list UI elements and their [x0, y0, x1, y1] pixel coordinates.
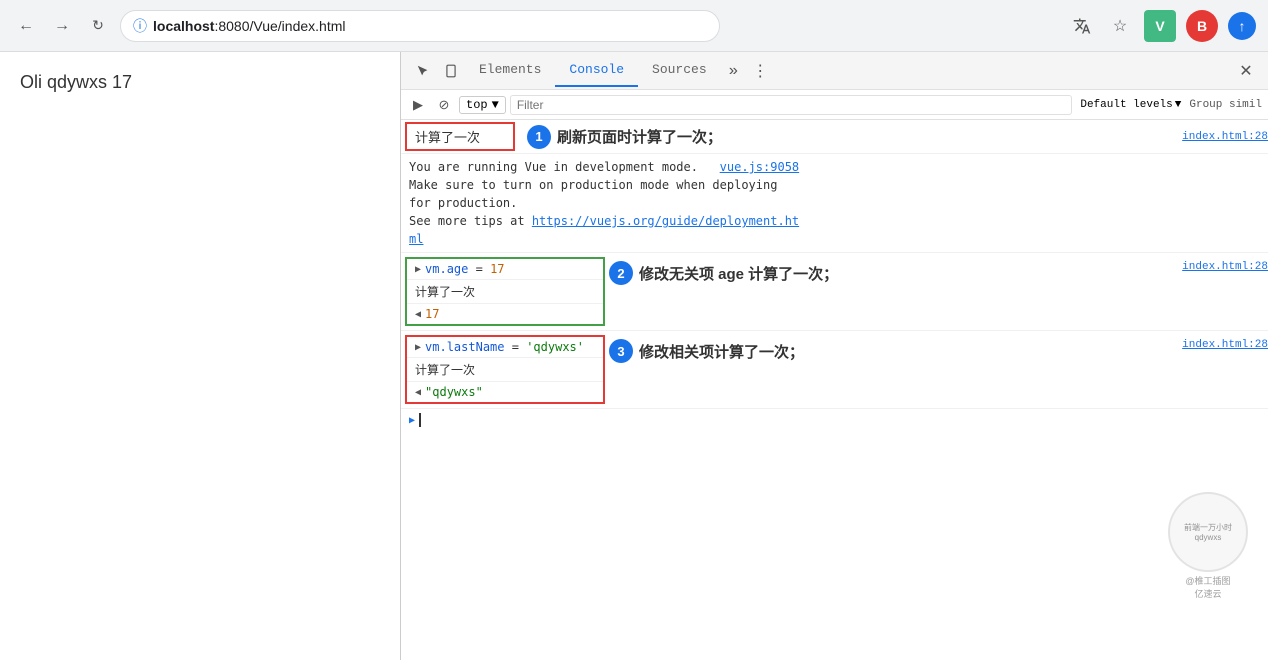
vuejs-deployment-link[interactable]: https://vuejs.org/guide/deployment.ht	[532, 214, 799, 228]
profile-button[interactable]: B	[1186, 10, 1218, 42]
devtools-menu-button[interactable]: ⋮	[746, 57, 774, 85]
console-entry-vue-warning: You are running Vue in development mode.…	[401, 154, 1268, 253]
address-bar[interactable]: ⓘ localhost:8080/Vue/index.html	[120, 10, 720, 42]
entry4-text2: 计算了一次	[415, 363, 475, 377]
url-text: localhost:8080/Vue/index.html	[153, 18, 345, 34]
entry1-source[interactable]: index.html:28	[1182, 131, 1268, 143]
console-block-button[interactable]: ⊘	[433, 94, 455, 116]
entry3-text1: vm.age = 17	[425, 262, 505, 276]
entry3-source[interactable]: index.html:28	[1182, 261, 1268, 273]
entry3-line2: 计算了一次	[407, 280, 603, 304]
back-button[interactable]: ←	[12, 12, 40, 40]
annotation-num-3: 3	[609, 339, 633, 363]
entry3-box: ▶ vm.age = 17 计算了一次 ◀ 17	[405, 257, 605, 326]
entry1-text: 计算了一次	[415, 131, 480, 146]
entry4-arrow2: ◀	[415, 387, 421, 398]
vue-warning-line4: See more tips at https://vuejs.org/guide…	[409, 212, 1260, 230]
console-entry-3: ▶ vm.age = 17 计算了一次 ◀ 17 2 修改无关项 age 计算了…	[401, 253, 1268, 331]
forward-button[interactable]: →	[48, 12, 76, 40]
annotation-text-3: 修改相关项计算了一次；	[639, 341, 804, 362]
entry3-line1: ▶ vm.age = 17	[407, 259, 603, 280]
vue-warning-line3: for production.	[409, 194, 1260, 212]
browser-actions: ☆ V B ↑	[1068, 10, 1256, 42]
vue-warning-line1: You are running Vue in development mode.…	[409, 158, 1260, 176]
watermark-line2: qdywxs	[1184, 533, 1232, 542]
watermark-line3: @椎工插图	[1168, 574, 1248, 587]
console-prompt: ▶	[401, 409, 1268, 431]
entry4-source[interactable]: index.html:28	[1182, 339, 1268, 351]
prompt-cursor	[419, 413, 421, 427]
devtools-panel: Elements Console Sources » ⋮ ✕ ▶ ⊘ top ▼…	[400, 52, 1268, 660]
annotation-3: 3 修改相关项计算了一次；	[609, 339, 804, 363]
vue-warning-line5: ml	[409, 230, 1260, 248]
tab-elements[interactable]: Elements	[465, 54, 555, 87]
entry3-arrow1: ▶	[415, 264, 421, 275]
watermark-line4: 亿速云	[1168, 587, 1248, 600]
main-area: Oli qdywxs 17 Elements Console Sources »…	[0, 52, 1268, 660]
reload-button[interactable]: ↻	[84, 12, 112, 40]
entry4-line3: ◀ "qdywxs"	[407, 382, 603, 402]
console-output: 计算了一次 1 刷新页面时计算了一次； index.html:28 You ar…	[401, 120, 1268, 660]
annotation-2: 2 修改无关项 age 计算了一次；	[609, 261, 838, 285]
entry4-box: ▶ vm.lastName = 'qdywxs' 计算了一次 ◀ "qdywxs…	[405, 335, 605, 404]
entry3-line3: ◀ 17	[407, 304, 603, 324]
entry4-line1: ▶ vm.lastName = 'qdywxs'	[407, 337, 603, 358]
devtools-close-button[interactable]: ✕	[1232, 57, 1260, 85]
tab-console[interactable]: Console	[555, 54, 638, 87]
page-content: Oli qdywxs 17	[0, 52, 400, 660]
entry3-text2: 计算了一次	[415, 285, 475, 299]
entry1-box: 计算了一次	[405, 122, 515, 151]
watermark-attribution: @椎工插图 亿速云	[1168, 574, 1248, 600]
annotation-num-1: 1	[527, 125, 551, 149]
more-tabs-button[interactable]: »	[721, 62, 747, 80]
entry4-arrow1: ▶	[415, 342, 421, 353]
entry3-arrow2: ◀	[415, 309, 421, 320]
annotation-3-container: 3 修改相关项计算了一次；	[609, 333, 1174, 363]
entry4-text1: vm.lastName = 'qdywxs'	[425, 340, 584, 354]
cursor-tool-button[interactable]	[409, 57, 437, 85]
watermark-circle: 前端一万小时 qdywxs	[1168, 492, 1248, 572]
update-button[interactable]: ↑	[1228, 12, 1256, 40]
bookmark-button[interactable]: ☆	[1106, 12, 1134, 40]
group-similar-label: Group simil	[1189, 99, 1262, 111]
annotation-text-1: 刷新页面时计算了一次；	[557, 126, 722, 147]
levels-button[interactable]: Default levels ▼	[1076, 97, 1185, 113]
console-play-button[interactable]: ▶	[407, 94, 429, 116]
annotation-text-2: 修改无关项 age 计算了一次；	[639, 263, 838, 284]
translate-button[interactable]	[1068, 12, 1096, 40]
devtools-header: Elements Console Sources » ⋮ ✕	[401, 52, 1268, 90]
context-selector[interactable]: top ▼	[459, 96, 506, 114]
console-entry-1: 计算了一次 1 刷新页面时计算了一次； index.html:28	[401, 120, 1268, 154]
info-icon: ⓘ	[133, 16, 147, 36]
watermark-line1: 前端一万小时	[1184, 522, 1232, 533]
entry4-text3: "qdywxs"	[425, 385, 483, 399]
annotation-2-container: 2 修改无关项 age 计算了一次；	[609, 255, 1174, 285]
tab-sources[interactable]: Sources	[638, 54, 721, 87]
console-entry-4: ▶ vm.lastName = 'qdywxs' 计算了一次 ◀ "qdywxs…	[401, 331, 1268, 409]
console-filter-input[interactable]	[510, 95, 1073, 115]
vue-js-link[interactable]: vue.js:9058	[720, 160, 799, 174]
annotation-1: 1 刷新页面时计算了一次；	[527, 125, 1174, 149]
vue-logo: V	[1144, 10, 1176, 42]
console-toolbar: ▶ ⊘ top ▼ Default levels ▼ Group simil	[401, 90, 1268, 120]
prompt-arrow: ▶	[409, 415, 415, 426]
watermark: 前端一万小时 qdywxs @椎工插图 亿速云	[1168, 492, 1248, 600]
browser-chrome: ← → ↻ ⓘ localhost:8080/Vue/index.html ☆ …	[0, 0, 1268, 52]
page-text: Oli qdywxs 17	[20, 72, 132, 92]
device-tool-button[interactable]	[437, 57, 465, 85]
entry3-text3: 17	[425, 307, 439, 321]
entry4-line2: 计算了一次	[407, 358, 603, 382]
vue-warning-line2: Make sure to turn on production mode whe…	[409, 176, 1260, 194]
annotation-num-2: 2	[609, 261, 633, 285]
